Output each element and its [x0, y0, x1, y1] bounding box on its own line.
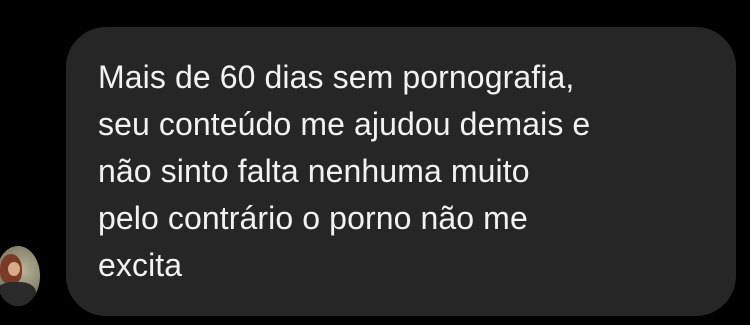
- avatar-body: [0, 282, 36, 306]
- avatar[interactable]: [0, 246, 40, 306]
- message-text: Mais de 60 dias sem pornografia, seu con…: [98, 59, 591, 283]
- message-bubble[interactable]: Mais de 60 dias sem pornografia, seu con…: [66, 27, 736, 316]
- chat-thread: Mais de 60 dias sem pornografia, seu con…: [0, 0, 750, 325]
- avatar-face: [8, 262, 20, 276]
